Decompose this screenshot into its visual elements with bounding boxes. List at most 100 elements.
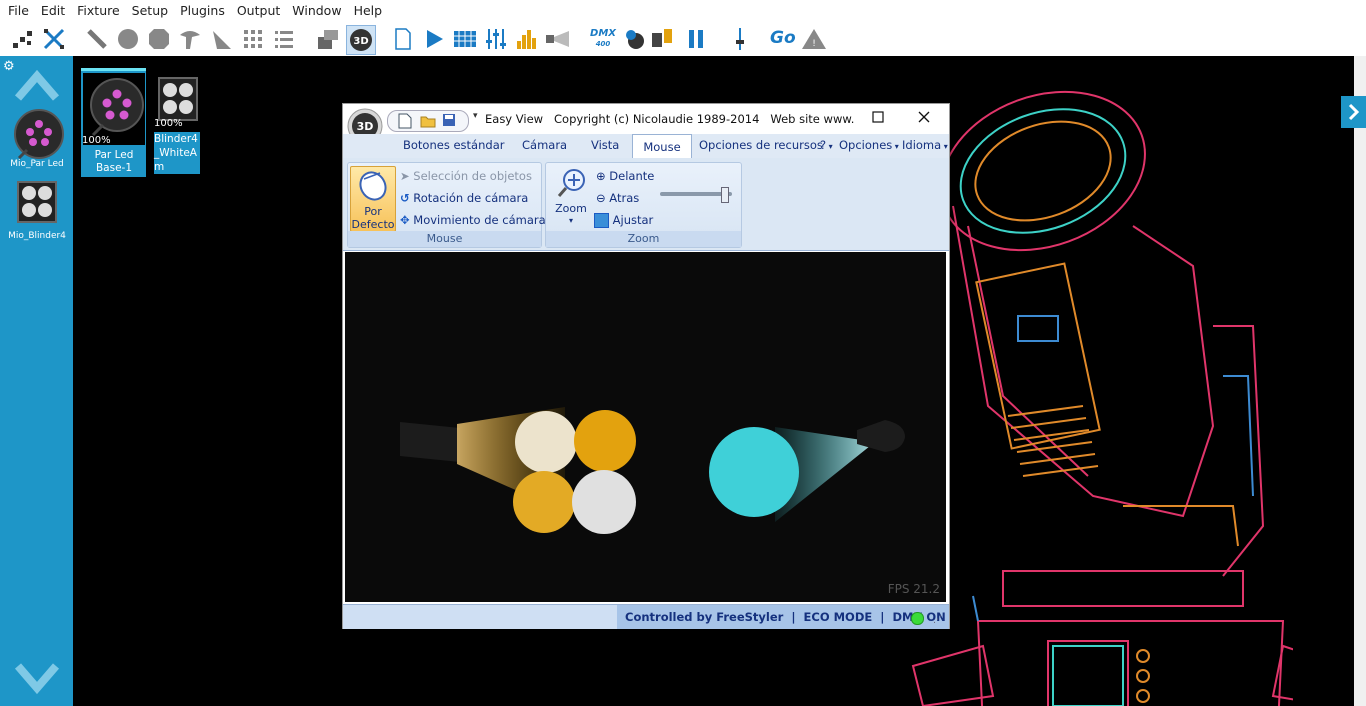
shape-icon[interactable] bbox=[176, 25, 204, 53]
right-scrollbar[interactable] bbox=[1354, 56, 1366, 706]
3d-view-icon[interactable]: 3D bbox=[346, 25, 376, 55]
forward-label: Delante bbox=[609, 169, 655, 183]
play-icon[interactable] bbox=[420, 25, 448, 53]
ribbon-tab-bar: Botones estándar Cámara Vista Mouse Opci… bbox=[343, 134, 949, 159]
scroll-down-icon[interactable] bbox=[14, 660, 60, 703]
tab-vista[interactable]: Vista bbox=[591, 138, 619, 152]
cross-icon[interactable] bbox=[40, 25, 68, 53]
dmx-400-icon[interactable]: DMX 400 bbox=[588, 25, 618, 53]
spotlight-icon[interactable] bbox=[544, 25, 572, 53]
color-icon[interactable] bbox=[620, 25, 648, 53]
menu-plugins[interactable]: Plugins bbox=[174, 0, 231, 22]
ramp-icon[interactable] bbox=[207, 25, 235, 53]
fit-icon bbox=[594, 213, 609, 228]
tab-botones-estandar[interactable]: Botones estándar bbox=[403, 138, 504, 152]
svg-text:!: ! bbox=[812, 39, 816, 49]
expand-panel-button[interactable] bbox=[1341, 96, 1366, 128]
fixture-percent: 100% bbox=[82, 135, 111, 146]
menu-bar: File Edit Fixture Setup Plugins Output W… bbox=[0, 0, 1366, 22]
tab-camara[interactable]: Cámara bbox=[522, 138, 567, 152]
record-icon[interactable] bbox=[648, 25, 676, 53]
sequence-grid-icon[interactable] bbox=[451, 25, 479, 53]
grid-icon[interactable] bbox=[239, 25, 267, 53]
opciones-label: Opciones bbox=[839, 138, 893, 152]
library-item-label: Mio_Par Led bbox=[10, 159, 64, 169]
open-folder-icon[interactable] bbox=[420, 113, 436, 132]
new-doc-icon[interactable] bbox=[398, 113, 412, 132]
settings-icon[interactable]: ⚙ bbox=[3, 59, 15, 74]
idioma-label: Idioma bbox=[902, 138, 942, 152]
master-fader-icon[interactable] bbox=[726, 25, 754, 53]
resize-grip-icon[interactable]: ⋰ bbox=[933, 615, 942, 625]
layers-icon[interactable] bbox=[314, 25, 342, 53]
pause-icon[interactable] bbox=[682, 25, 710, 53]
camera-rotation-button[interactable]: ↺ Rotación de cámara bbox=[400, 191, 528, 205]
menu-file[interactable]: File bbox=[0, 0, 35, 22]
cursor-icon: ➤ bbox=[400, 169, 410, 183]
blinder-light-amber-2 bbox=[513, 471, 575, 533]
tab-opciones-de-recursos[interactable]: Opciones de recursos bbox=[699, 138, 823, 152]
pen-icon[interactable] bbox=[83, 25, 111, 53]
menu-fixture[interactable]: Fixture bbox=[71, 0, 126, 22]
warning-icon[interactable]: ! bbox=[800, 25, 828, 53]
list-icon[interactable] bbox=[270, 25, 298, 53]
mouse-icon bbox=[359, 171, 387, 201]
camera-move-button[interactable]: ✥ Movimiento de cámara bbox=[400, 213, 546, 227]
plus-circle-icon: ⊕ bbox=[596, 169, 606, 183]
menu-help[interactable]: Help bbox=[348, 0, 389, 22]
ribbon-panel: Por Defecto ➤ Selección de objetos ↺ Rot… bbox=[343, 158, 949, 251]
mouse-group-label: Mouse bbox=[348, 231, 541, 247]
fixture-tile-blinder4[interactable]: 100% Blinder4_WhiteAm bbox=[154, 74, 200, 174]
customize-toolbar-icon[interactable]: ▾ bbox=[473, 111, 478, 121]
status-text: Controlled by FreeStyler | ECO MODE | DM… bbox=[617, 605, 949, 629]
window-title-bar: 3D ▾ Easy View Copyright (c) Nicolaudie … bbox=[343, 104, 949, 144]
camera-move-label: Movimiento de cámara bbox=[413, 213, 546, 227]
dmx-sub-label: 400 bbox=[595, 40, 611, 48]
tab-opciones[interactable]: Opciones ▾ bbox=[839, 138, 899, 152]
zoom-button[interactable]: Zoom ▾ bbox=[552, 166, 590, 230]
zoom-group: Zoom ▾ ⊕ Delante ⊖ Atras Ajustar Zoom bbox=[545, 162, 742, 248]
magnifier-plus-icon bbox=[557, 169, 585, 197]
faders-icon[interactable] bbox=[482, 25, 510, 53]
select-objects-label: Selección de objetos bbox=[413, 169, 532, 183]
fixture-tile-par-led[interactable]: 100% Par Led Base-1 bbox=[81, 68, 146, 177]
select-objects-button[interactable]: ➤ Selección de objetos bbox=[400, 169, 532, 183]
por-defecto-button[interactable]: Por Defecto bbox=[350, 166, 396, 232]
zoom-label: Zoom bbox=[555, 202, 587, 215]
back-button[interactable]: ⊖ Atras bbox=[596, 191, 639, 205]
forward-button[interactable]: ⊕ Delante bbox=[596, 169, 654, 183]
library-item-blinder4[interactable]: Mio_Blinder4 bbox=[4, 180, 70, 241]
go-button[interactable]: Go bbox=[770, 28, 796, 48]
status-bar: Controlled by FreeStyler | ECO MODE | DM… bbox=[343, 604, 949, 629]
menu-edit[interactable]: Edit bbox=[35, 0, 71, 22]
fit-button[interactable]: Ajustar bbox=[594, 213, 653, 228]
par-led-light-cyan bbox=[709, 427, 799, 517]
menu-setup[interactable]: Setup bbox=[126, 0, 174, 22]
tab-mouse[interactable]: Mouse bbox=[632, 134, 692, 159]
3d-viewport[interactable]: FPS 21.2 bbox=[345, 252, 946, 602]
tab-help[interactable]: ? ▾ bbox=[820, 138, 833, 152]
menu-window[interactable]: Window bbox=[286, 0, 347, 22]
zoom-slider[interactable] bbox=[660, 187, 732, 203]
maximize-icon[interactable] bbox=[871, 110, 885, 127]
circle-icon[interactable] bbox=[114, 25, 142, 53]
octagon-icon[interactable] bbox=[145, 25, 173, 53]
align-icon[interactable] bbox=[9, 25, 37, 53]
library-item-par-led[interactable]: Mio_Par Led bbox=[4, 104, 70, 169]
save-icon[interactable] bbox=[442, 113, 456, 130]
close-icon[interactable] bbox=[917, 110, 931, 127]
fixture-library-sidebar: ⚙ Mio_Par Led Mio_Blinder4 bbox=[0, 56, 73, 706]
zoom-slider-thumb[interactable] bbox=[721, 187, 729, 203]
tab-idioma[interactable]: Idioma ▾ bbox=[902, 138, 948, 152]
blinder-3d-fixture bbox=[400, 422, 460, 462]
bars-chart-icon[interactable] bbox=[513, 25, 541, 53]
easy-view-window: 3D ▾ Easy View Copyright (c) Nicolaudie … bbox=[342, 103, 950, 629]
scroll-up-icon[interactable] bbox=[14, 64, 60, 107]
new-file-icon[interactable] bbox=[389, 25, 417, 53]
quick-access-toolbar bbox=[387, 110, 469, 132]
dmx-label: DMX bbox=[590, 28, 616, 39]
window-title: Easy View Copyright (c) Nicolaudie 1989-… bbox=[485, 112, 855, 126]
zoom-group-label: Zoom bbox=[546, 231, 741, 247]
dmx-status-led bbox=[911, 612, 924, 625]
menu-output[interactable]: Output bbox=[231, 0, 286, 22]
